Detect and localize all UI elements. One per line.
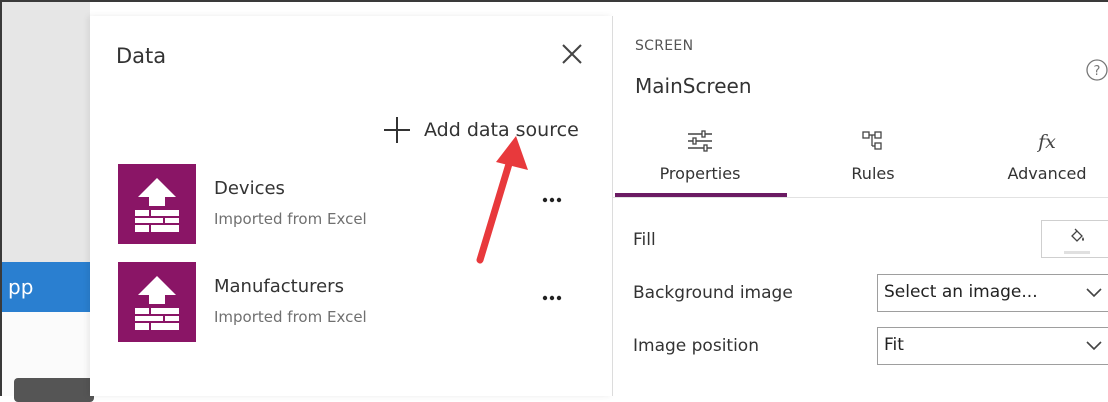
add-data-source-label: Add data source — [424, 119, 579, 141]
app-title-fragment: pp — [8, 275, 34, 299]
data-panel: Data Add data source Devices Imported fr… — [90, 16, 612, 396]
tab-advanced[interactable]: fx Advanced — [977, 128, 1108, 194]
sliders-icon — [688, 130, 712, 152]
background-image-dropdown[interactable]: Select an image... — [877, 274, 1108, 312]
data-source-item-manufacturers[interactable]: Manufacturers Imported from Excel — [118, 262, 588, 344]
data-panel-title: Data — [116, 44, 167, 68]
excel-import-icon — [118, 164, 196, 244]
fx-icon: fx — [1036, 131, 1056, 153]
tab-label: Advanced — [1007, 164, 1087, 183]
background-image-label: Background image — [633, 283, 793, 303]
tab-properties[interactable]: Properties — [613, 128, 787, 194]
fill-color-bar — [1064, 251, 1090, 254]
background-image-value: Select an image... — [884, 282, 1038, 302]
close-button[interactable] — [558, 40, 586, 68]
image-position-value: Fit — [884, 335, 904, 355]
more-options-button[interactable] — [542, 190, 562, 210]
svg-text:fx: fx — [1036, 131, 1056, 153]
chevron-down-icon — [1086, 288, 1102, 298]
data-source-name: Manufacturers — [214, 276, 344, 297]
help-button[interactable]: ? — [1085, 58, 1108, 82]
device-image-fragment — [14, 378, 94, 402]
tab-label: Properties — [659, 164, 741, 183]
paint-bucket-icon — [1071, 228, 1084, 242]
svg-text:?: ? — [1094, 64, 1101, 79]
properties-panel: SCREEN MainScreen ? Properties Rules fx … — [612, 16, 1108, 396]
data-source-item-devices[interactable]: Devices Imported from Excel — [118, 164, 588, 246]
chevron-down-icon — [1086, 341, 1102, 351]
ellipsis-icon — [542, 295, 562, 301]
tab-label: Rules — [851, 164, 895, 183]
excel-import-icon — [118, 262, 196, 342]
tabs-divider — [613, 197, 1108, 198]
section-label: SCREEN — [635, 38, 694, 54]
help-icon: ? — [1086, 59, 1108, 81]
ellipsis-icon — [542, 197, 562, 203]
flow-icon — [862, 131, 882, 150]
close-icon — [562, 44, 582, 64]
image-position-label: Image position — [633, 336, 759, 356]
screen-name: MainScreen — [635, 74, 752, 98]
plus-icon — [384, 117, 410, 143]
add-data-source-button[interactable]: Add data source — [382, 114, 579, 146]
data-source-name: Devices — [214, 178, 285, 199]
data-source-subtitle: Imported from Excel — [214, 210, 367, 228]
image-position-dropdown[interactable]: Fit — [877, 327, 1108, 365]
tab-rules[interactable]: Rules — [803, 128, 943, 194]
fill-label: Fill — [633, 230, 656, 250]
data-source-subtitle: Imported from Excel — [214, 308, 367, 326]
fill-color-picker[interactable] — [1041, 220, 1108, 258]
more-options-button[interactable] — [542, 288, 562, 308]
app-title-bar: pp — [0, 262, 90, 312]
